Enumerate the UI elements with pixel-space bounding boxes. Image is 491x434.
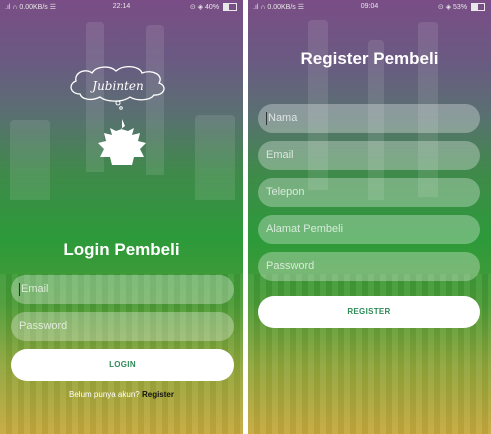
register-screen: .ıl ∩ 0.00KB/s ☰ 09:04 ⊙ ◈ 53% Register … (248, 0, 491, 434)
status-bar: .ıl ∩ 0.00KB/s ☰ 09:04 ⊙ ◈ 53% (248, 0, 491, 14)
register-prompt: Belum punya akun? Register (0, 390, 243, 399)
phone-placeholder: Telepon (266, 186, 305, 198)
address-field[interactable]: Alamat Pembeli (258, 215, 480, 244)
status-right: ⊙ ◈ 53% (438, 3, 485, 12)
text-cursor (19, 282, 20, 296)
logo-text: Jubinten (92, 79, 144, 93)
page-title: Register Pembeli (300, 49, 439, 68)
text-cursor (266, 111, 267, 125)
app-logo: Jubinten (66, 64, 170, 110)
password-placeholder: Password (19, 320, 68, 332)
name-placeholder: Nama (268, 112, 298, 124)
register-link[interactable]: Register (142, 390, 174, 399)
login-screen: .ıl ∩ 0.00KB/s ☰ 22:14 ⊙ ◈ 40% Jubinten … (0, 0, 243, 434)
battery-icon (471, 3, 485, 12)
footer-text: Belum punya akun? (69, 390, 140, 399)
register-button[interactable]: REGISTER (258, 296, 480, 328)
email-placeholder: Email (266, 149, 294, 161)
email-placeholder: Email (21, 283, 49, 295)
email-field[interactable]: Email (11, 275, 234, 304)
status-right: ⊙ ◈ 40% (190, 3, 237, 12)
phone-field[interactable]: Telepon (258, 178, 480, 207)
password-placeholder: Password (266, 260, 315, 272)
password-field[interactable]: Password (258, 252, 480, 281)
page-title: Login Pembeli (63, 240, 180, 259)
status-bar: .ıl ∩ 0.00KB/s ☰ 22:14 ⊙ ◈ 40% (0, 0, 243, 14)
name-field[interactable]: Nama (258, 104, 480, 133)
login-button[interactable]: LOGIN (11, 349, 234, 381)
crown-icon (98, 119, 146, 165)
email-field[interactable]: Email (258, 141, 480, 170)
password-field[interactable]: Password (11, 312, 234, 341)
battery-icon (223, 3, 237, 12)
address-placeholder: Alamat Pembeli (266, 223, 344, 235)
